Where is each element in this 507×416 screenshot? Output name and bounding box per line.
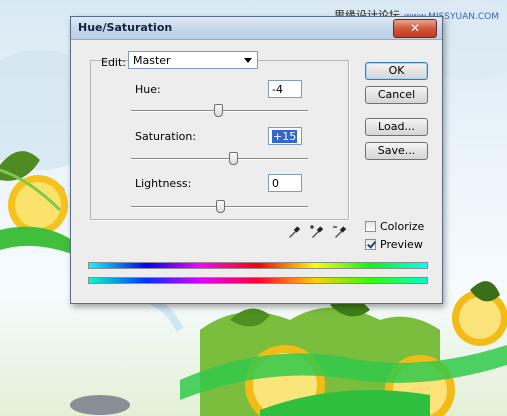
dialog-titlebar[interactable]: Hue/Saturation ✕	[71, 17, 442, 40]
preview-option[interactable]: Preview	[365, 238, 423, 251]
hue-value: -4	[272, 83, 283, 96]
output-color-bar[interactable]	[88, 277, 428, 284]
edit-dropdown-value: Master	[133, 54, 171, 67]
lightness-value: 0	[272, 177, 279, 190]
preview-label: Preview	[380, 238, 423, 251]
eyedropper-icon[interactable]	[286, 224, 302, 240]
close-icon: ✕	[409, 21, 421, 35]
saturation-value: +15	[272, 130, 298, 143]
ok-button[interactable]: OK	[365, 62, 428, 80]
edit-dropdown[interactable]: Master	[128, 51, 258, 69]
adjustment-group	[90, 60, 349, 220]
hue-slider-thumb[interactable]	[213, 104, 223, 117]
saturation-label: Saturation:	[135, 130, 197, 143]
dialog-title: Hue/Saturation	[78, 21, 173, 34]
saturation-slider-track[interactable]	[131, 158, 308, 160]
hue-saturation-dialog: Hue/Saturation ✕ Edit: Master Hue: -4 Sa…	[70, 16, 443, 304]
input-color-bar	[88, 262, 428, 269]
close-button[interactable]: ✕	[393, 19, 437, 38]
colorize-option[interactable]: Colorize	[365, 220, 424, 233]
dialog-content: Edit: Master Hue: -4 Saturation: +15 Lig…	[71, 40, 442, 303]
save-button[interactable]: Save...	[365, 142, 428, 160]
chevron-down-icon	[244, 58, 252, 63]
load-button[interactable]: Load...	[365, 118, 428, 136]
eyedropper-plus-icon[interactable]	[309, 224, 325, 240]
preview-checkbox[interactable]	[365, 239, 376, 250]
hue-input[interactable]: -4	[268, 80, 302, 98]
colorize-checkbox[interactable]	[365, 221, 376, 232]
lightness-slider-thumb[interactable]	[215, 200, 225, 213]
colorize-label: Colorize	[380, 220, 425, 233]
hue-label: Hue:	[135, 83, 161, 96]
lightness-input[interactable]: 0	[268, 174, 302, 192]
saturation-input[interactable]: +15	[268, 127, 302, 145]
edit-label: Edit:	[101, 56, 127, 69]
cancel-button[interactable]: Cancel	[365, 86, 428, 104]
saturation-slider-thumb[interactable]	[228, 152, 238, 165]
eyedropper-minus-icon[interactable]	[332, 224, 348, 240]
lightness-label: Lightness:	[135, 177, 192, 190]
